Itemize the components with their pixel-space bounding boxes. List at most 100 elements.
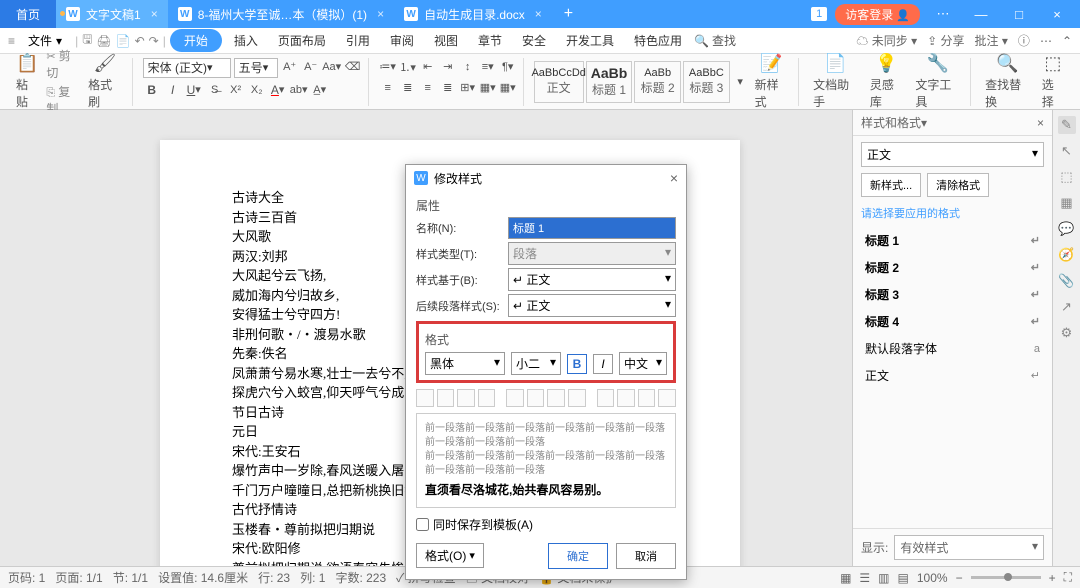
- size-combo[interactable]: 五号 ▾: [234, 58, 278, 78]
- menu-chapter[interactable]: 章节: [470, 29, 510, 52]
- indent-dec-button[interactable]: ⇤: [419, 58, 437, 76]
- clear-format-button[interactable]: ⌫: [344, 58, 362, 76]
- panel-close-icon[interactable]: ×: [1037, 116, 1044, 130]
- annotate-button[interactable]: 批注 ▾: [975, 32, 1008, 49]
- dialog-lang-combo[interactable]: 中文▾: [619, 352, 667, 375]
- align-center-button[interactable]: [437, 389, 455, 407]
- distribute-button[interactable]: ⊞▾: [459, 79, 477, 97]
- status-pages[interactable]: 页面: 1/1: [55, 569, 102, 586]
- view-mode-icon[interactable]: ▤: [898, 571, 909, 585]
- align-right-button[interactable]: [457, 389, 475, 407]
- bullets-button[interactable]: ≔▾: [379, 58, 397, 76]
- text-assist-button[interactable]: 📄文档助手: [809, 51, 862, 112]
- status-row[interactable]: 行: 23: [258, 569, 290, 586]
- select-button[interactable]: ⬚选择: [1038, 51, 1068, 112]
- ok-button[interactable]: 确定: [548, 543, 608, 569]
- indent-button[interactable]: [638, 389, 656, 407]
- status-section[interactable]: 节: 1/1: [113, 569, 148, 586]
- style-body[interactable]: AaBbCcDd正文: [534, 61, 584, 103]
- minimize-icon[interactable]: —: [966, 7, 996, 22]
- new-style-button[interactable]: 新样式...: [861, 173, 921, 197]
- change-case-button[interactable]: Aa▾: [323, 58, 341, 76]
- new-style-button[interactable]: 📝新样式: [751, 51, 793, 112]
- login-button[interactable]: 访客登录 👤: [835, 4, 920, 25]
- highlight-button[interactable]: ab▾: [290, 81, 308, 99]
- cut-button[interactable]: ✂ 剪切: [46, 47, 80, 81]
- window-close-icon[interactable]: ×: [1042, 7, 1072, 22]
- menu-special[interactable]: 特色应用: [626, 29, 690, 52]
- style-item-h1[interactable]: 标题 1↵: [861, 227, 1044, 254]
- share-tool-icon[interactable]: ↗: [1058, 298, 1076, 316]
- inspiration-button[interactable]: 💡灵感库: [866, 51, 908, 112]
- numbering-button[interactable]: ⒈▾: [399, 58, 417, 76]
- template-tool-icon[interactable]: ▦: [1058, 194, 1076, 212]
- zoom-out-button[interactable]: −: [956, 571, 963, 585]
- indent-inc-button[interactable]: ⇥: [439, 58, 457, 76]
- format-dropdown[interactable]: 格式(O) ▾: [416, 543, 484, 568]
- save-icon[interactable]: 🖫: [82, 30, 92, 51]
- find-replace-button[interactable]: 🔍查找替换: [981, 51, 1034, 112]
- comment-tool-icon[interactable]: 💬: [1058, 220, 1076, 238]
- style-h2[interactable]: AaBb标题 2: [634, 61, 681, 103]
- bold-button[interactable]: B: [143, 81, 161, 99]
- settings-tool-icon[interactable]: ⚙: [1058, 324, 1076, 342]
- tab-home[interactable]: 首页: [0, 0, 56, 28]
- style-more-button[interactable]: ▾: [732, 73, 749, 91]
- italic-button[interactable]: I: [164, 81, 182, 99]
- type-combo[interactable]: 段落▾: [508, 242, 676, 265]
- sync-status[interactable]: ☁ 未同步 ▾: [856, 32, 917, 49]
- grow-font-button[interactable]: A⁺: [281, 58, 299, 76]
- base-combo[interactable]: ↵ 正文▾: [508, 268, 676, 291]
- underline-button[interactable]: U▾: [185, 81, 203, 99]
- shrink-font-button[interactable]: A⁻: [302, 58, 320, 76]
- sort-button[interactable]: ↕: [459, 58, 477, 76]
- status-page[interactable]: 页码: 1: [8, 569, 45, 586]
- dialog-italic-button[interactable]: I: [593, 354, 613, 374]
- clip-tool-icon[interactable]: 📎: [1058, 272, 1076, 290]
- dialog-bold-button[interactable]: B: [567, 354, 587, 374]
- info-icon[interactable]: ⓘ: [1018, 32, 1030, 49]
- maximize-icon[interactable]: □: [1004, 7, 1034, 22]
- menu-ref[interactable]: 引用: [338, 29, 378, 52]
- align-left-button[interactable]: [416, 389, 434, 407]
- follow-combo[interactable]: ↵ 正文▾: [508, 294, 676, 317]
- text-tool-button[interactable]: 🔧文字工具: [911, 51, 964, 112]
- menu-insert[interactable]: 插入: [226, 29, 266, 52]
- style-item-h3[interactable]: 标题 3↵: [861, 281, 1044, 308]
- indent-dec-button[interactable]: [597, 389, 615, 407]
- align-right-button[interactable]: ≡: [419, 79, 437, 97]
- menu-page-layout[interactable]: 页面布局: [270, 29, 334, 52]
- share-button[interactable]: ⇪ 分享: [927, 32, 964, 49]
- style-item-default-para[interactable]: 默认段落字体a: [861, 335, 1044, 362]
- style-h3[interactable]: AaBbC标题 3: [683, 61, 730, 103]
- show-marks-button[interactable]: ¶▾: [499, 58, 517, 76]
- preview-icon[interactable]: 📄: [116, 34, 131, 48]
- save-template-checkbox[interactable]: [416, 518, 429, 531]
- fullscreen-icon[interactable]: ⛶: [1064, 570, 1072, 585]
- spacing-button[interactable]: [506, 389, 524, 407]
- strike-button[interactable]: S̶: [206, 81, 224, 99]
- notification-badge[interactable]: 1: [811, 7, 827, 21]
- style-item-h4[interactable]: 标题 4↵: [861, 308, 1044, 335]
- close-icon[interactable]: ×: [377, 7, 384, 21]
- zoom-level[interactable]: 100%: [917, 571, 948, 585]
- align-center-button[interactable]: ≣: [399, 79, 417, 97]
- style-item-h2[interactable]: 标题 2↵: [861, 254, 1044, 281]
- view-mode-icon[interactable]: ▥: [878, 571, 889, 585]
- tab-add-button[interactable]: +: [552, 5, 585, 23]
- style-h1[interactable]: AaBb标题 1: [586, 61, 633, 103]
- cancel-button[interactable]: 取消: [616, 543, 676, 569]
- menu-dev[interactable]: 开发工具: [558, 29, 622, 52]
- redo-icon[interactable]: ↷: [149, 34, 159, 48]
- more-icon[interactable]: ⋯: [1040, 34, 1052, 48]
- menu-toggle-icon[interactable]: ≡: [8, 34, 15, 48]
- font-color-button[interactable]: A▾: [269, 81, 287, 99]
- format-brush-button[interactable]: 🖌格式刷: [84, 51, 126, 112]
- view-mode-icon[interactable]: ▦: [840, 571, 851, 585]
- spacing-button[interactable]: [527, 389, 545, 407]
- cursor-tool-icon[interactable]: ↖: [1058, 142, 1076, 160]
- tab-doc1[interactable]: W文字文稿1×: [56, 0, 168, 28]
- current-style-combo[interactable]: 正文▾: [861, 142, 1044, 167]
- menu-review[interactable]: 审阅: [382, 29, 422, 52]
- dialog-close-icon[interactable]: ×: [670, 170, 678, 186]
